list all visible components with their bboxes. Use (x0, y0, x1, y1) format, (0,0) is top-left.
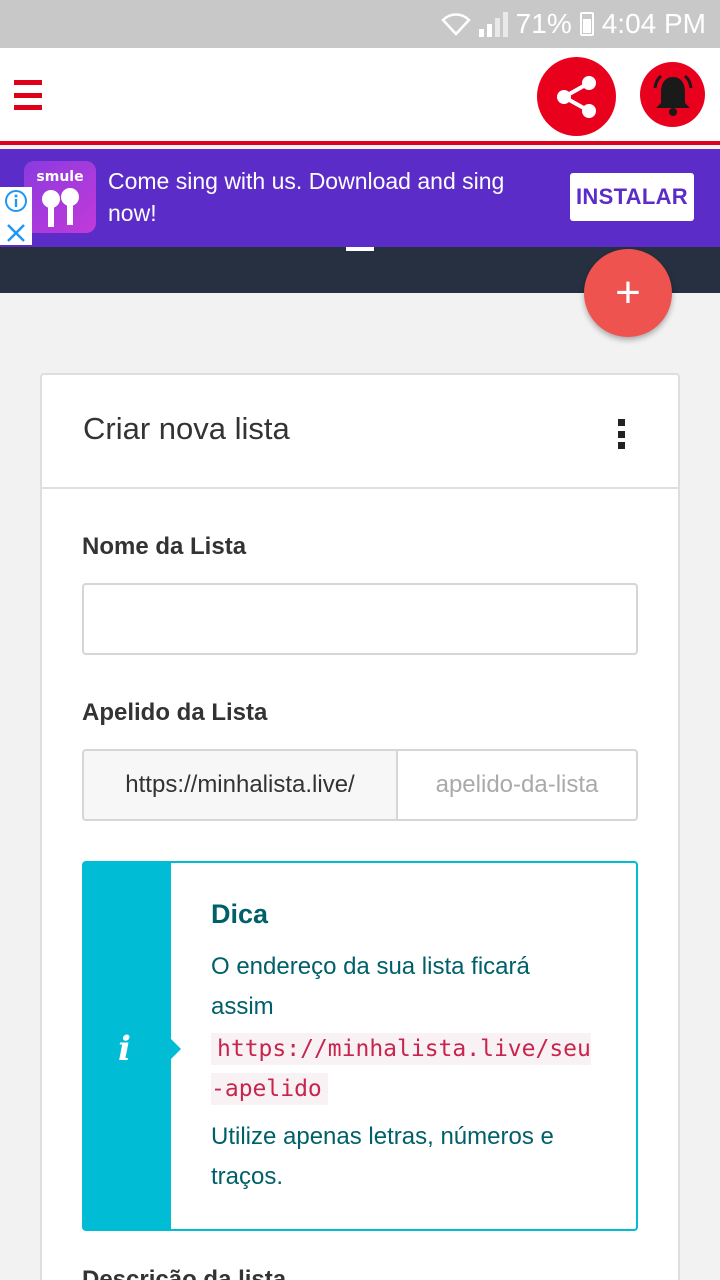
list-alias-label: Apelido da Lista (82, 699, 268, 726)
notification-button[interactable] (640, 62, 705, 127)
clock: 4:04 PM (601, 8, 706, 39)
smule-logo: smule (24, 161, 96, 233)
app-bar (0, 48, 720, 145)
share-icon (556, 75, 596, 118)
url-prefix: https://minhalista.live/ (82, 749, 398, 821)
ad-text: Come sing with us. Download and sing now… (108, 168, 505, 226)
list-name-input[interactable] (82, 583, 638, 655)
tip-code: https://minhalista.live/seu-apelido (211, 1029, 591, 1109)
battery-icon (579, 12, 594, 36)
tip-title: Dica (211, 899, 269, 929)
svg-text:smule: smule (36, 169, 83, 185)
ad-choices[interactable] (0, 187, 32, 245)
ad-banner[interactable]: smule Come sing with us. Download and si… (0, 149, 720, 247)
list-name-label: Nome da Lista (82, 533, 247, 560)
info-icon: i (118, 1029, 131, 1069)
list-description-label: Descrição da lista (82, 1266, 287, 1280)
info-icon (5, 190, 27, 242)
alias-input[interactable]: apelido-da-lista (396, 749, 638, 821)
hamburger-icon[interactable] (14, 80, 42, 110)
wifi-icon (440, 13, 471, 36)
tip-text-2: Utilize apenas letras, números e traços. (211, 1123, 554, 1190)
more-options-icon[interactable] (618, 419, 626, 449)
add-fab-button[interactable]: + (584, 249, 672, 337)
card-title: Criar nova lista (83, 411, 290, 446)
status-bar: 71% 4:04 PM (0, 0, 720, 48)
tip-text-1: O endereço da sua lista ficará assim (211, 953, 530, 1020)
battery-percent: 71% (515, 8, 572, 39)
install-button[interactable]: INSTALAR (570, 173, 694, 221)
tab-indicator (346, 247, 374, 251)
signal-icon (478, 11, 508, 37)
bell-icon (653, 74, 692, 116)
tip-box: i Dica O endereço da sua lista ficará as… (82, 861, 638, 1231)
share-button[interactable] (537, 57, 616, 136)
card-header: Criar nova lista (42, 375, 678, 489)
